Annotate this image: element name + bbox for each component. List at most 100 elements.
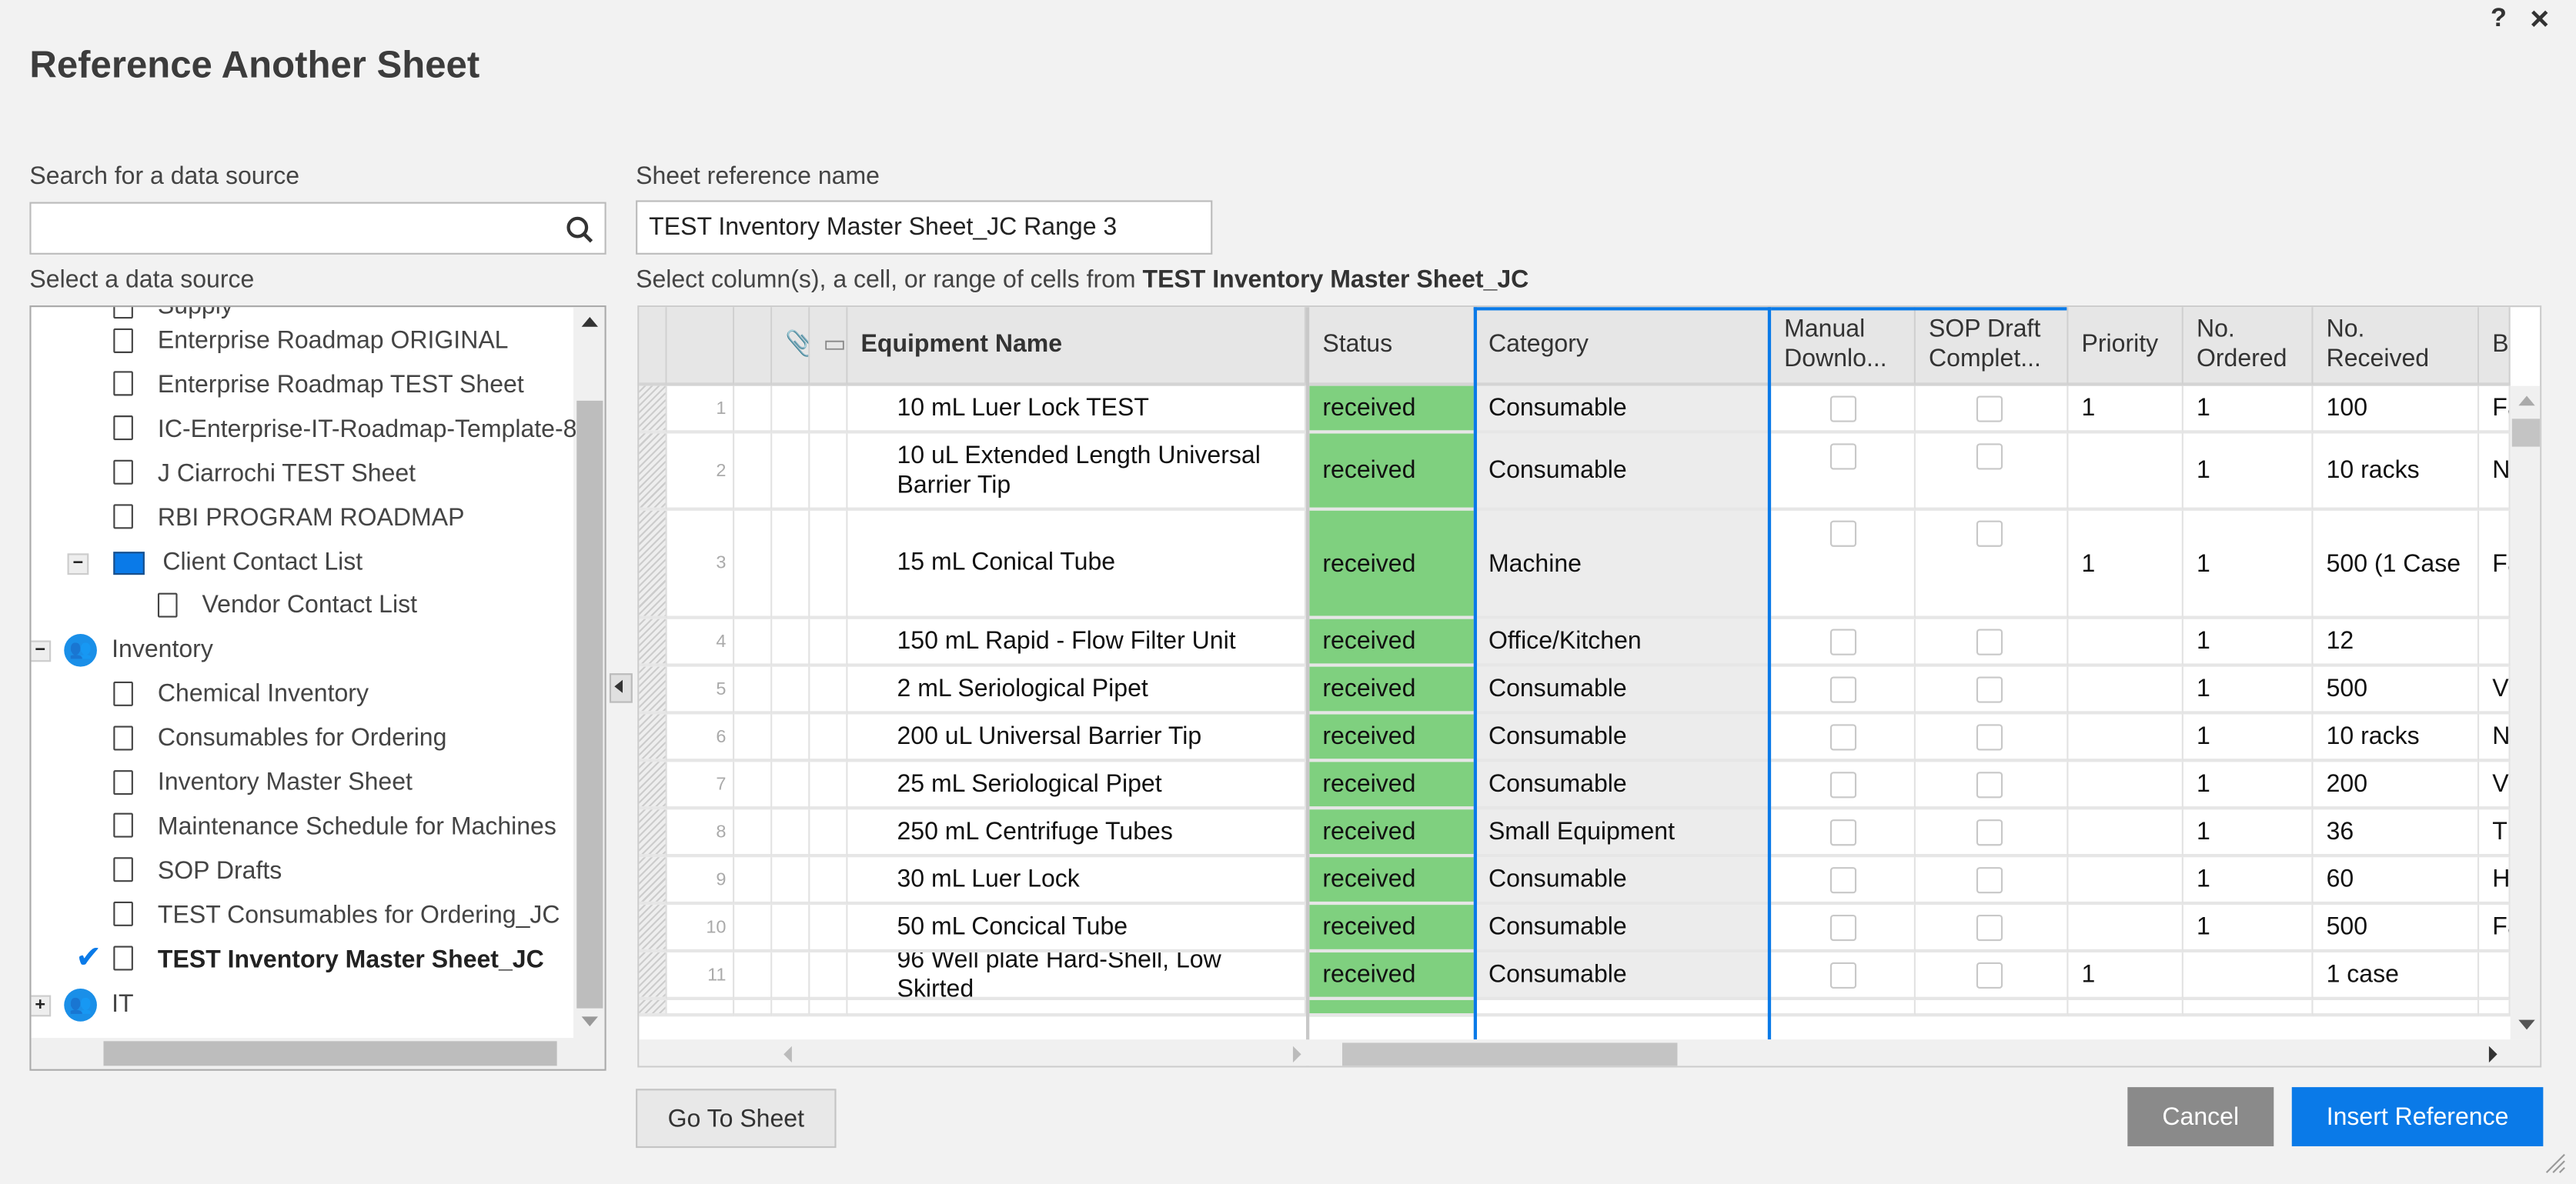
cell-name[interactable]: 10 uL Extended Length Universal Barrier … <box>847 433 1307 511</box>
cell-name[interactable]: 10 mL Luer Lock TEST <box>847 385 1307 434</box>
column-header[interactable]: No. Received <box>2313 307 2480 386</box>
cell-name[interactable]: 250 mL Centrifuge Tubes <box>847 809 1307 858</box>
cell-ordered[interactable]: 1 <box>2183 385 2314 434</box>
checkbox[interactable] <box>1829 443 1857 470</box>
cell-name[interactable]: 150 mL Rapid - Flow Filter Unit <box>847 619 1307 667</box>
cell-received[interactable]: 12 <box>2313 619 2480 667</box>
cell[interactable] <box>639 433 667 511</box>
tree-hscroll-thumb[interactable] <box>103 1041 557 1066</box>
checkbox[interactable] <box>1976 395 2003 422</box>
cell-received[interactable]: 10 racks <box>2313 433 2480 511</box>
cell-received[interactable]: 10 racks <box>2313 714 2480 762</box>
cell[interactable] <box>667 999 735 1017</box>
cell-category[interactable]: Consumable <box>1475 385 1772 434</box>
cell[interactable] <box>772 385 810 434</box>
cell-ordered[interactable]: 1 <box>2183 857 2314 906</box>
cell-status[interactable]: received <box>1309 510 1475 619</box>
cell-brand[interactable]: N <box>2479 433 2511 511</box>
cell-sop[interactable] <box>1915 666 2069 715</box>
search-input[interactable] <box>29 202 606 255</box>
cell[interactable] <box>810 999 848 1017</box>
sheet-grid[interactable]: 📎 ▭ Equipment Name Status Category Manual Dow… <box>637 305 2542 1068</box>
cell[interactable] <box>734 762 773 810</box>
tree-item[interactable]: RBI PROGRAM ROADMAP <box>113 495 464 540</box>
cell-status[interactable]: received <box>1309 905 1475 953</box>
checkbox[interactable] <box>1829 772 1857 799</box>
grid-vscroll-thumb[interactable] <box>2511 419 2541 447</box>
cell-brand[interactable]: N <box>2479 714 2511 762</box>
cell-brand[interactable]: Fa <box>2479 385 2511 434</box>
cell-received[interactable]: 500 <box>2313 666 2480 715</box>
cell-received[interactable]: 200 <box>2313 762 2480 810</box>
cell[interactable] <box>2068 999 2183 1017</box>
cell-manual[interactable] <box>1771 666 1916 715</box>
cell[interactable] <box>734 619 773 667</box>
cell-sop[interactable] <box>1915 905 2069 953</box>
checkbox[interactable] <box>1829 629 1857 655</box>
cell-priority[interactable] <box>2068 905 2183 953</box>
cell-name[interactable]: 96 Well plate Hard-Shell, Low Skirted <box>847 952 1307 1000</box>
cell-sop[interactable] <box>1915 809 2069 858</box>
cell[interactable] <box>639 809 667 858</box>
checkbox[interactable] <box>1976 867 2003 894</box>
cell-sop[interactable] <box>1915 433 2069 511</box>
cell-category[interactable]: Machine <box>1475 510 1772 619</box>
cell-ordered[interactable]: 1 <box>2183 510 2314 619</box>
cell[interactable] <box>810 433 848 511</box>
cell-category[interactable]: Office/Kitchen <box>1475 619 1772 667</box>
insert-reference-button[interactable]: Insert Reference <box>2291 1087 2544 1146</box>
checkbox[interactable] <box>1829 914 1857 942</box>
checkbox[interactable] <box>1976 676 2003 703</box>
cell-received[interactable]: 1 case <box>2313 952 2480 1000</box>
column-header[interactable]: Manual Downlo... <box>1771 307 1916 386</box>
checkbox[interactable] <box>1829 520 1857 547</box>
cell-status[interactable]: received <box>1309 762 1475 810</box>
cell[interactable] <box>810 714 848 762</box>
checkbox[interactable] <box>1829 962 1857 989</box>
expand-icon[interactable]: + <box>31 994 52 1016</box>
cell[interactable] <box>734 510 773 619</box>
cell-ordered[interactable]: 1 <box>2183 762 2314 810</box>
cell-row-number[interactable]: 4 <box>667 619 735 667</box>
collapse-icon[interactable]: − <box>31 641 52 662</box>
cell-ordered[interactable] <box>2183 952 2314 1000</box>
cell-received[interactable]: 500 (1 Case <box>2313 510 2480 619</box>
tree-item[interactable]: Enterprise Roadmap ORIGINAL <box>113 319 508 363</box>
checkbox[interactable] <box>1976 962 2003 989</box>
cell-row-number[interactable]: 1 <box>667 385 735 434</box>
cell-category[interactable]: Consumable <box>1475 762 1772 810</box>
cell-category[interactable]: Consumable <box>1475 666 1772 715</box>
cell-manual[interactable] <box>1771 905 1916 953</box>
cell[interactable] <box>639 905 667 953</box>
cell-brand[interactable]: V <box>2479 762 2511 810</box>
checkbox[interactable] <box>1829 867 1857 894</box>
cell-status[interactable]: received <box>1309 433 1475 511</box>
cell-row-number[interactable]: 10 <box>667 905 735 953</box>
cell[interactable] <box>2313 999 2480 1017</box>
collapse-icon[interactable]: − <box>67 552 89 575</box>
column-header[interactable]: SOP Draft Complet... <box>1915 307 2069 386</box>
cell-manual[interactable] <box>1771 952 1916 1000</box>
cell[interactable] <box>734 857 773 906</box>
checkbox[interactable] <box>1976 819 2003 846</box>
cell-ordered[interactable]: 1 <box>2183 714 2314 762</box>
cell-row-number[interactable]: 6 <box>667 714 735 762</box>
tree-item[interactable]: TEST Inventory Master Sheet_JC <box>113 937 544 982</box>
cell-sop[interactable] <box>1915 857 2069 906</box>
cell-ordered[interactable]: 1 <box>2183 905 2314 953</box>
cell-row-number[interactable]: 7 <box>667 762 735 810</box>
cell[interactable] <box>772 809 810 858</box>
cell-manual[interactable] <box>1771 809 1916 858</box>
cell-brand[interactable]: Fa <box>2479 905 2511 953</box>
cell[interactable] <box>810 666 848 715</box>
cell-manual[interactable] <box>1771 619 1916 667</box>
cell-name[interactable]: 25 mL Seriological Pipet <box>847 762 1307 810</box>
cell[interactable] <box>1475 999 1772 1017</box>
checkbox[interactable] <box>1976 914 2003 942</box>
cell-manual[interactable] <box>1771 762 1916 810</box>
cell[interactable] <box>810 905 848 953</box>
column-header[interactable]: Priority <box>2068 307 2183 386</box>
cell[interactable] <box>734 905 773 953</box>
cell[interactable] <box>639 762 667 810</box>
tree-item[interactable]: 👥 IT <box>64 981 134 1026</box>
